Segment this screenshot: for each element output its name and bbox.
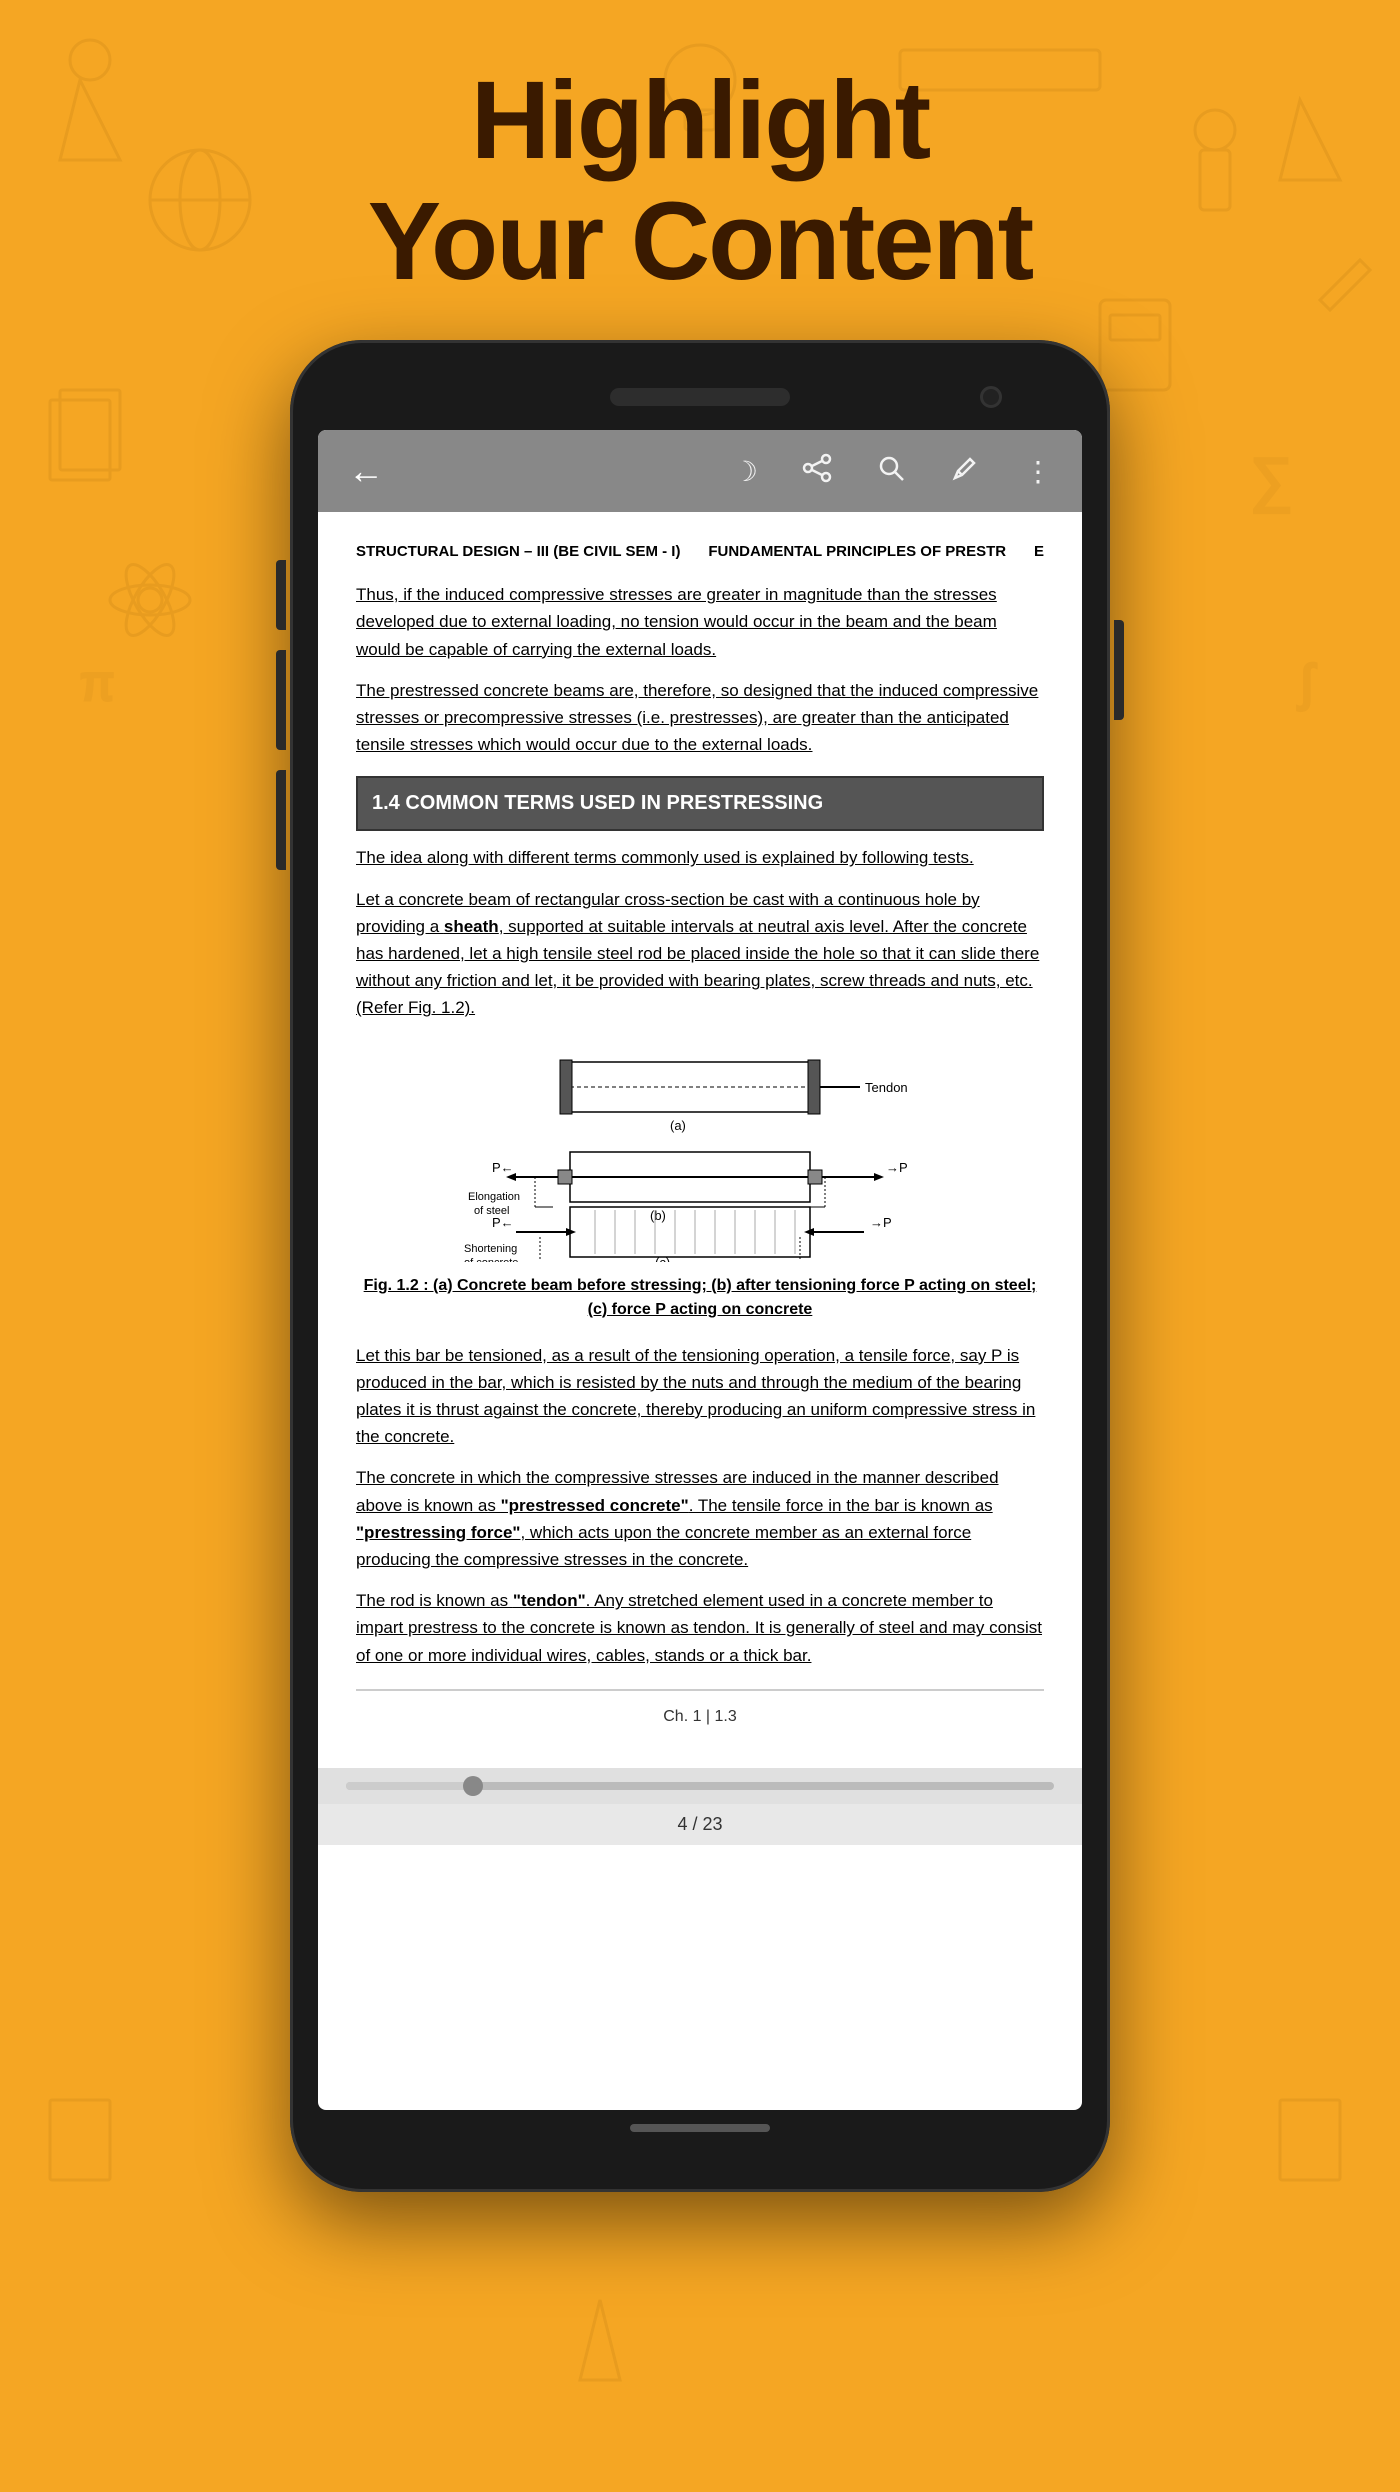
doc-header-right: FUNDAMENTAL PRINCIPLES OF PRESTR xyxy=(708,540,1006,563)
intro-line: The idea along with different terms comm… xyxy=(356,845,1044,871)
hero-title-section: Highlight Your Content xyxy=(0,60,1400,302)
reading-progress-track[interactable] xyxy=(346,1782,1054,1790)
phone-mockup: ← ☽ xyxy=(290,340,1110,2192)
svg-text:(b): (b) xyxy=(650,1208,666,1223)
section-1-4-heading: 1.4 COMMON TERMS USED IN PRESTRESSING xyxy=(356,776,1044,831)
hero-title-line1: Highlight xyxy=(0,60,1400,181)
document-footer: Ch. 1 | 1.3 xyxy=(356,1689,1044,1730)
doc-header-page: E xyxy=(1034,540,1044,563)
hero-title-line2: Your Content xyxy=(0,181,1400,302)
phone-speaker xyxy=(610,388,790,406)
back-button[interactable]: ← xyxy=(348,450,384,492)
power-button xyxy=(1114,620,1124,720)
page-indicator: 4 / 23 xyxy=(318,1804,1082,1845)
progress-bar-section xyxy=(318,1768,1082,1804)
svg-text:(c): (c) xyxy=(655,1255,670,1262)
svg-text:of concrete: of concrete xyxy=(464,1257,518,1262)
svg-text:→P: →P xyxy=(886,1160,908,1175)
toolbar-icons: ☽ xyxy=(733,453,1052,490)
paragraph-tensioning: Let this bar be tensioned, as a result o… xyxy=(356,1342,1044,1451)
svg-text:P←: P← xyxy=(492,1215,514,1230)
body-paragraph-sheath: Let a concrete beam of rectangular cross… xyxy=(356,886,1044,1022)
progress-fill xyxy=(346,1782,473,1790)
doc-header-left: STRUCTURAL DESIGN – III (BE CIVIL SEM - … xyxy=(356,540,680,563)
document-header: STRUCTURAL DESIGN – III (BE CIVIL SEM - … xyxy=(356,540,1044,563)
chapter-reference: Ch. 1 | 1.3 xyxy=(356,1705,1044,1730)
svg-text:Elongation: Elongation xyxy=(468,1191,520,1203)
paragraph-compressive-stresses: Thus, if the induced compressive stresse… xyxy=(356,581,1044,663)
diagram-caption: Fig. 1.2 : (a) Concrete beam before stre… xyxy=(356,1274,1044,1322)
svg-text:Shortening: Shortening xyxy=(464,1243,517,1255)
svg-text:π: π xyxy=(80,655,115,711)
phone-body: ← ☽ xyxy=(290,340,1110,2192)
home-bar[interactable] xyxy=(630,2124,770,2132)
volume-up-button xyxy=(276,650,286,750)
svg-text:P←: P← xyxy=(492,1160,514,1175)
night-mode-icon[interactable]: ☽ xyxy=(733,455,758,488)
phone-notch xyxy=(318,372,1082,422)
more-options-icon[interactable]: ⋮ xyxy=(1024,455,1052,488)
app-toolbar: ← ☽ xyxy=(318,430,1082,512)
svg-text:∑: ∑ xyxy=(1250,446,1293,513)
svg-text:→P: →P xyxy=(870,1215,892,1230)
svg-text:Tendon: Tendon xyxy=(865,1080,908,1095)
mute-button xyxy=(276,560,286,630)
diagram-svg: Tendon (a) P← xyxy=(440,1042,960,1262)
paragraph-prestressed-concrete: The concrete in which the compressive st… xyxy=(356,1464,1044,1573)
share-icon[interactable] xyxy=(802,453,832,490)
paragraph-tendon: The rod is known as "tendon". Any stretc… xyxy=(356,1587,1044,1669)
diagram-fig-1-2: Tendon (a) P← xyxy=(356,1042,1044,1322)
search-icon[interactable] xyxy=(876,453,906,490)
document-content: STRUCTURAL DESIGN – III (BE CIVIL SEM - … xyxy=(318,512,1082,1768)
volume-down-button xyxy=(276,770,286,870)
svg-text:∫: ∫ xyxy=(1297,655,1317,711)
phone-camera xyxy=(980,386,1002,408)
phone-screen: ← ☽ xyxy=(318,430,1082,2110)
highlight-pen-icon[interactable] xyxy=(950,453,980,490)
svg-text:(a): (a) xyxy=(670,1118,686,1133)
paragraph-prestressed-beams: The prestressed concrete beams are, ther… xyxy=(356,677,1044,759)
progress-thumb[interactable] xyxy=(463,1776,483,1796)
